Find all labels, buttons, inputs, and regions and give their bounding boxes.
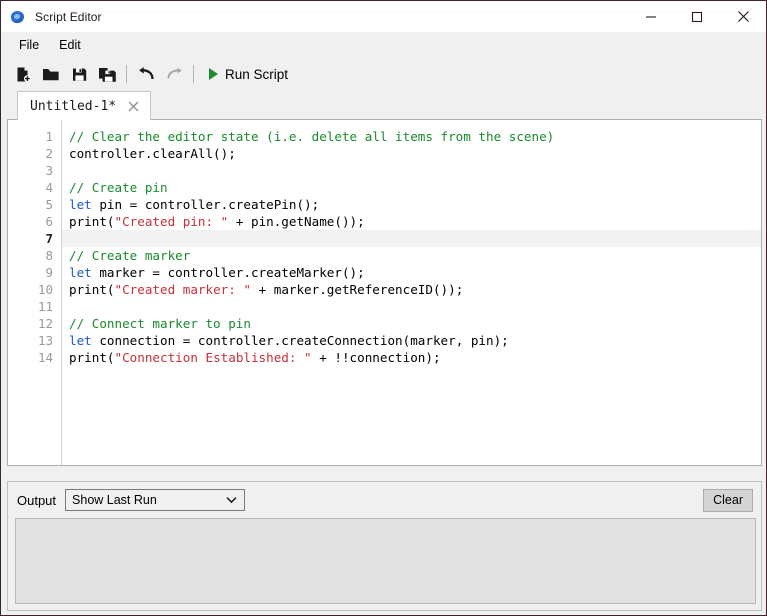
menu-item-edit[interactable]: Edit	[50, 35, 90, 55]
output-label: Output	[17, 492, 57, 508]
code-line[interactable]: let connection = controller.createConnec…	[62, 332, 761, 349]
save-icon	[72, 68, 86, 81]
undo-button[interactable]	[132, 61, 160, 87]
code-token-key: let	[69, 333, 92, 348]
chevron-down-icon	[226, 491, 237, 509]
code-line[interactable]: let marker = controller.createMarker();	[62, 264, 761, 281]
code-line[interactable]: let pin = controller.createPin();	[62, 196, 761, 213]
code-token-str: "Created pin: "	[114, 214, 229, 229]
line-number: 6	[45, 214, 53, 229]
code-pane[interactable]: 1 2 3 4 5 6 7 8 9 10 11 12 13 14 // Clear the editor …	[7, 119, 762, 466]
code-token-com: // Create marker	[69, 248, 191, 263]
code-line[interactable]: controller.clearAll();	[62, 145, 761, 162]
code-token-com: // Create pin	[69, 180, 168, 195]
code-line[interactable]: print("Connection Established: " + !!con…	[62, 349, 761, 366]
line-number: 7	[45, 231, 53, 246]
title-bar: Script Editor	[1, 1, 766, 32]
line-number: 14	[37, 350, 53, 365]
open-folder-button[interactable]	[37, 61, 65, 87]
line-number: 5	[45, 197, 53, 212]
code-token-str: "Created marker: "	[114, 282, 251, 297]
code-token-pln: + !!connection);	[311, 350, 441, 365]
code-line[interactable]: print("Created pin: " + pin.getName());	[62, 213, 761, 230]
tab-untitled-1[interactable]: Untitled-1*	[17, 91, 152, 120]
menu-bar: File Edit	[1, 32, 766, 58]
code-token-pln: pin = controller.createPin();	[91, 197, 320, 212]
code-line[interactable]	[62, 162, 761, 179]
toolbar: Run Script	[1, 58, 766, 91]
code-token-pln: controller.clearAll();	[69, 146, 236, 161]
tab-close-button[interactable]	[126, 99, 141, 114]
run-script-label: Run Script	[225, 66, 289, 82]
redo-icon	[167, 67, 182, 79]
save-button[interactable]	[65, 61, 93, 87]
line-number: 2	[45, 146, 53, 161]
window-title: Script Editor	[35, 9, 102, 24]
output-panel: Output Show Last Run Clear	[7, 481, 762, 611]
new-file-button[interactable]	[9, 61, 37, 87]
tab-strip: Untitled-1*	[7, 91, 762, 120]
line-number: 8	[45, 248, 53, 263]
code-token-pln: + pin.getName());	[228, 214, 365, 229]
close-icon	[128, 101, 139, 111]
output-mode-value: Show Last Run	[72, 493, 157, 507]
app-blob-icon	[10, 9, 26, 25]
redo-button[interactable]	[160, 61, 188, 87]
line-number: 4	[45, 180, 53, 195]
toolbar-separator-2	[193, 65, 194, 83]
maximize-icon	[691, 11, 703, 22]
save-as-button[interactable]	[93, 61, 121, 87]
output-mode-select[interactable]: Show Last Run	[65, 489, 246, 511]
open-folder-icon	[43, 68, 59, 80]
close-button[interactable]	[720, 1, 766, 32]
code-line[interactable]: // Connect marker to pin	[62, 315, 761, 332]
line-number: 13	[37, 333, 53, 348]
minimize-button[interactable]	[628, 1, 674, 32]
line-number: 1	[45, 129, 53, 144]
output-console[interactable]	[15, 518, 756, 604]
close-icon	[737, 11, 749, 22]
code-line[interactable]: // Create marker	[62, 247, 761, 264]
code-token-str: "Connection Established: "	[114, 350, 312, 365]
line-number: 3	[45, 163, 53, 178]
code-line[interactable]: print("Created marker: " + marker.getRef…	[62, 281, 761, 298]
code-line[interactable]: // Clear the editor state (i.e. delete a…	[62, 128, 761, 145]
code-token-pln: print(	[69, 282, 115, 297]
window-controls	[628, 1, 766, 32]
maximize-button[interactable]	[674, 1, 720, 32]
code-token-pln: connection = controller.createConnection…	[91, 333, 509, 348]
output-toolbar: Output Show Last Run Clear	[8, 482, 761, 518]
code-line[interactable]: // Create pin	[62, 179, 761, 196]
line-number: 11	[37, 299, 53, 314]
line-number: 9	[45, 265, 53, 280]
code-line[interactable]	[62, 298, 761, 315]
line-number-gutter: 1 2 3 4 5 6 7 8 9 10 11 12 13 14	[8, 120, 62, 465]
code-token-pln: marker = controller.createMarker();	[91, 265, 365, 280]
toolbar-separator-1	[126, 65, 127, 83]
code-token-pln: print(	[69, 350, 115, 365]
code-token-key: let	[69, 197, 92, 212]
code-token-key: let	[69, 265, 92, 280]
play-icon	[209, 68, 218, 80]
line-number: 12	[37, 316, 53, 331]
script-editor-window: Script Editor File Edit Run Script Untit…	[0, 0, 767, 616]
menu-item-file[interactable]: File	[10, 35, 48, 55]
code-token-com: // Connect marker to pin	[69, 316, 251, 331]
code-line[interactable]	[62, 230, 761, 247]
minimize-icon	[646, 15, 656, 18]
code-text-area[interactable]: // Clear the editor state (i.e. delete a…	[62, 120, 761, 465]
tab-label: Untitled-1*	[30, 98, 117, 114]
code-token-com: // Clear the editor state (i.e. delete a…	[69, 129, 555, 144]
run-script-button[interactable]: Run Script	[205, 65, 292, 84]
undo-icon	[138, 67, 154, 80]
new-file-icon	[17, 67, 31, 82]
code-token-pln: + marker.getReferenceID());	[250, 282, 464, 297]
save-as-icon	[99, 67, 116, 82]
editor-card: Untitled-1* 1 2 3 4 5 6 7 8 9 10 11 12 13 14 // Clear…	[7, 91, 762, 477]
code-token-pln: print(	[69, 214, 115, 229]
clear-button[interactable]: Clear	[703, 488, 753, 512]
line-number: 10	[37, 282, 53, 297]
